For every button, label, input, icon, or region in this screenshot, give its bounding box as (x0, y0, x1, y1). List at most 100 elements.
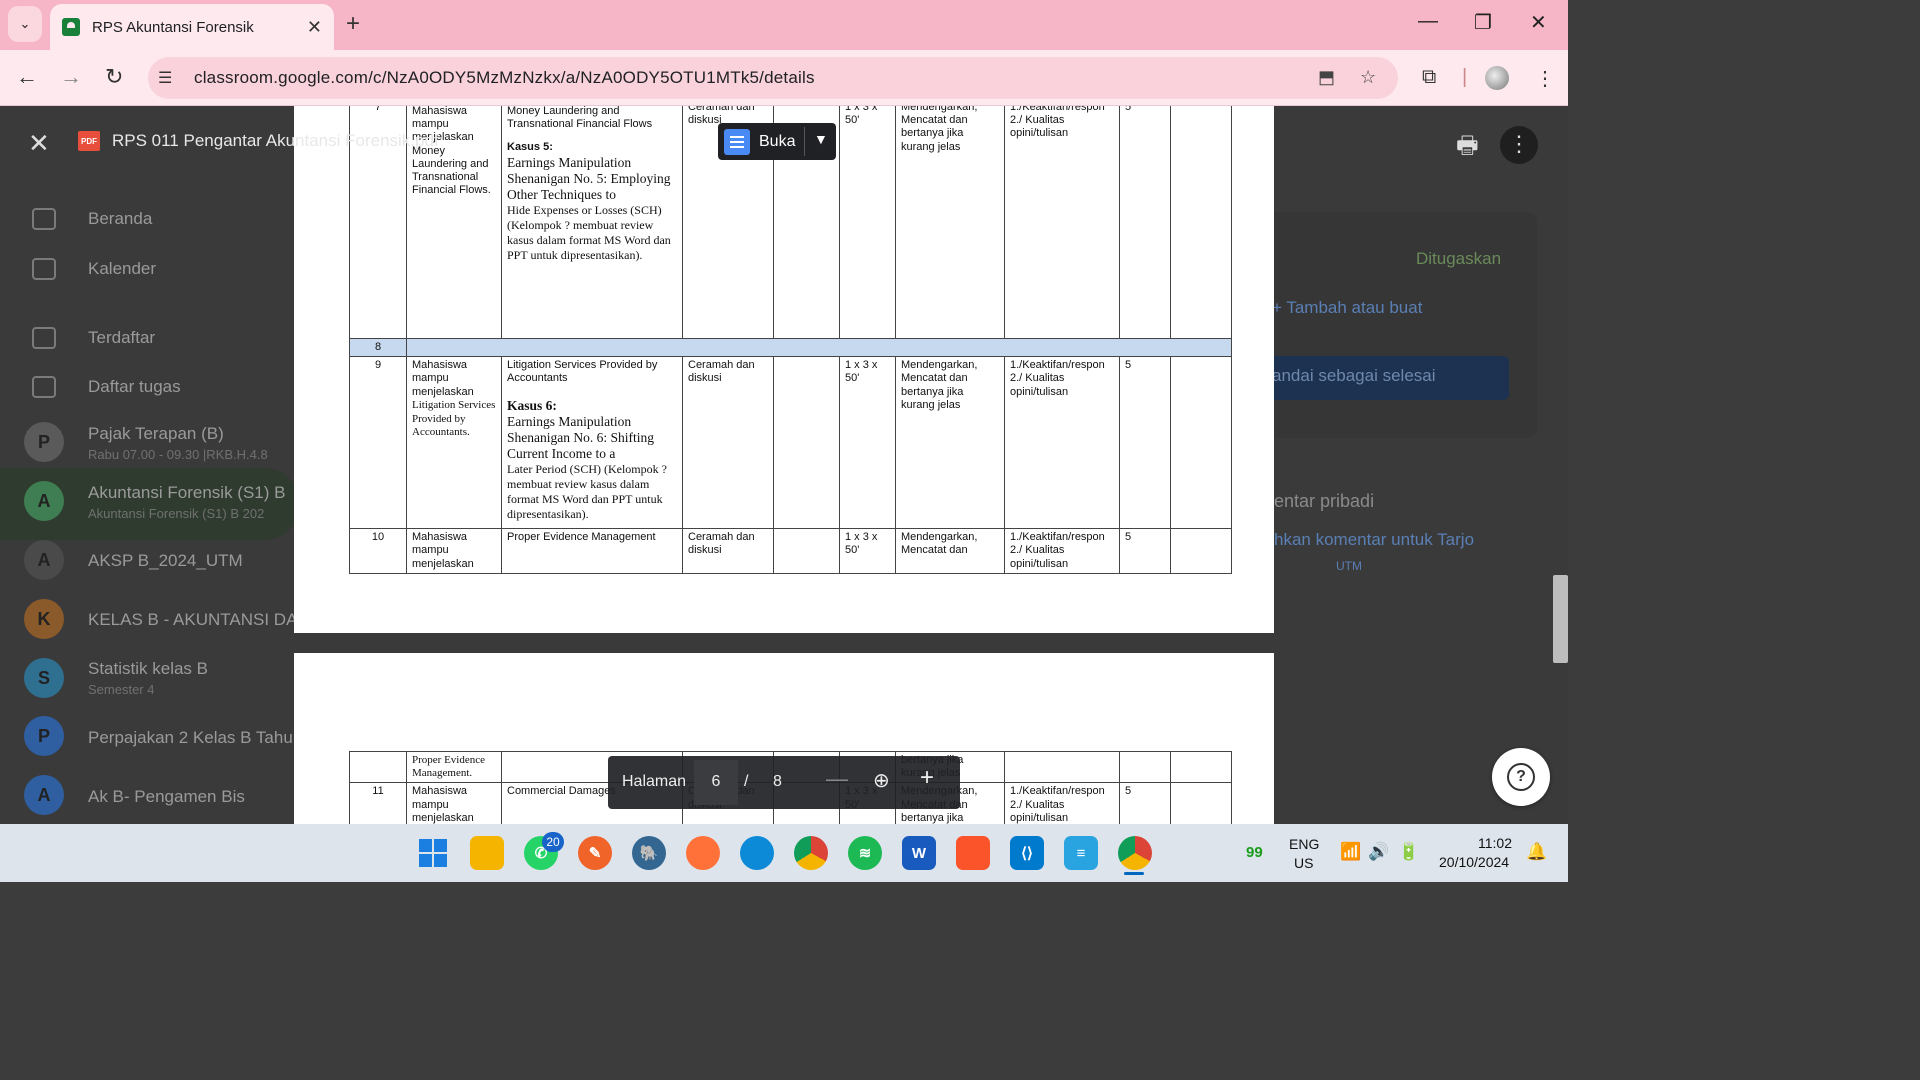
add-private-comment-link[interactable]: hkan komentar untuk Tarjo (1274, 530, 1474, 550)
cell-waktu: 1 x 3 x 50' (839, 106, 896, 339)
cell-empty (1170, 750, 1232, 784)
new-tab-button[interactable]: + (346, 10, 360, 38)
sidebar-item-kalender[interactable]: Kalender (0, 258, 156, 280)
windows-start-icon[interactable] (416, 836, 450, 870)
calendar-icon (32, 258, 56, 280)
table-row-uts: 8 (349, 337, 1232, 358)
cell-empty (1170, 356, 1232, 530)
forward-arrow-icon[interactable]: → (60, 64, 82, 90)
sidebar-course-statistik[interactable]: Statistik kelas B Semester 4 (88, 659, 208, 697)
cell-kemampuan: Mahasiswa mampu menjelaskan Litigation S… (406, 356, 502, 530)
taskbar: ✆ ✎ 🐘 ≋ W ⟨⟩ ≡ (0, 824, 1568, 882)
mark-done-button[interactable]: andai sebagai selesai (1262, 356, 1509, 400)
week-number: 8 (349, 337, 407, 358)
current-page-input[interactable]: 6 (694, 760, 738, 805)
extensions-icon[interactable]: ⧉ (1422, 66, 1436, 89)
address-bar[interactable]: ☰ classroom.google.com/c/NzA0ODY5MzMzNzk… (148, 57, 1398, 99)
divider (804, 127, 805, 156)
cell-kemampuan: Mahasiswa mampu menjelaskan (406, 782, 502, 824)
tab-active[interactable]: RPS Akuntansi Forensik ✕ (50, 4, 334, 50)
sidebar-course-kelas-b[interactable]: KELAS B - AKUNTANSI DA (88, 610, 297, 630)
chrome-active-icon[interactable] (1118, 836, 1152, 870)
minimize-button[interactable]: — (1418, 10, 1438, 33)
course-avatar: P (24, 422, 64, 462)
total-pages: 8 (773, 773, 782, 790)
notification-bell-icon[interactable]: 🔔 (1526, 842, 1547, 862)
reload-icon[interactable]: ↻ (105, 64, 123, 90)
week-number: 10 (349, 528, 407, 574)
clock-date[interactable]: 20/10/2024 (1439, 854, 1509, 870)
back-arrow-icon[interactable]: ← (16, 64, 38, 90)
open-with-button[interactable]: Buka ▼ (718, 123, 836, 160)
word-icon[interactable]: W (902, 836, 936, 870)
cell-penilaian: 1./Keaktifan/respon 2./ Kualitas opini/t… (1004, 106, 1120, 339)
tray-app-counter[interactable]: 99 (1246, 844, 1263, 861)
profile-avatar[interactable] (1485, 66, 1509, 90)
chrome-icon[interactable] (794, 836, 828, 870)
zoom-out-icon[interactable]: — (826, 766, 848, 792)
edge-icon[interactable] (740, 836, 774, 870)
install-app-icon[interactable]: ⬒ (1318, 67, 1335, 88)
brave-icon[interactable] (956, 836, 990, 870)
firefox-icon[interactable] (686, 836, 720, 870)
notepad-icon[interactable]: ≡ (1064, 836, 1098, 870)
active-app-indicator (1124, 872, 1144, 875)
cell-empty (1170, 528, 1232, 574)
sidebar-item-label: Beranda (88, 209, 153, 228)
week-number: 11 (349, 782, 407, 824)
course-avatar: A (24, 540, 64, 580)
todo-icon (32, 376, 56, 398)
sidebar-course-pengamen[interactable]: Ak B- Pengamen Bis (88, 787, 245, 807)
help-button[interactable]: ? (1492, 748, 1550, 806)
sidebar-course-perpajakan[interactable]: Perpajakan 2 Kelas B Tahu (88, 728, 293, 748)
sidebar-item-daftar-tugas[interactable]: Daftar tugas (0, 376, 181, 398)
sidebar-course-pajak-terapan[interactable]: Pajak Terapan (B) Rabu 07.00 - 09.30 |RKB… (88, 424, 268, 462)
chevron-down-icon[interactable]: ▼ (814, 131, 828, 147)
sidebar-item-beranda[interactable]: Beranda (0, 208, 152, 230)
google-docs-icon (724, 128, 750, 155)
chrome-menu-icon[interactable]: ⋮ (1535, 66, 1555, 91)
classroom-favicon-icon (62, 18, 80, 36)
zoom-in-icon[interactable]: + (920, 764, 934, 792)
battery-icon[interactable]: 🔋 (1398, 842, 1419, 862)
week-number: 9 (349, 356, 407, 530)
private-comment-title: entar pribadi (1274, 491, 1375, 511)
add-work-button[interactable]: + Tambah atau buat (1272, 298, 1422, 318)
window-close-button[interactable]: ✕ (1530, 10, 1547, 35)
tab-close-icon[interactable]: ✕ (307, 17, 322, 38)
bookmark-star-icon[interactable]: ☆ (1360, 67, 1376, 88)
help-icon: ? (1507, 763, 1535, 791)
more-options-icon[interactable]: ⋮ (1500, 126, 1538, 164)
cell-materi: Proper Evidence Management (501, 528, 683, 574)
sidebar-item-terdaftar[interactable]: Terdaftar (0, 327, 155, 349)
sidebar-item-label: Kalender (88, 259, 157, 278)
clock-time[interactable]: 11:02 (1478, 835, 1512, 851)
postman-icon[interactable]: ✎ (578, 836, 612, 870)
file-explorer-icon[interactable] (470, 836, 504, 870)
zoom-icon[interactable]: ⊕ (873, 768, 890, 793)
cell-kemampuan: Proper Evidence Management. (406, 750, 502, 784)
page-separator: / (744, 773, 749, 790)
postgresql-icon[interactable]: 🐘 (632, 836, 666, 870)
course-avatar: P (24, 716, 64, 756)
cell-bobot: 5 (1119, 782, 1171, 824)
cell-empty (773, 528, 840, 574)
viewer-close-icon[interactable]: ✕ (28, 128, 50, 159)
site-info-icon[interactable]: ☰ (158, 68, 186, 88)
enrolled-icon (32, 327, 56, 349)
restore-button[interactable]: ❐ (1474, 10, 1492, 35)
spotify-icon[interactable]: ≋ (848, 836, 882, 870)
wifi-icon[interactable]: 📶 (1340, 842, 1361, 862)
sidebar-course-aksp[interactable]: AKSP B_2024_UTM (88, 551, 243, 571)
vscode-icon[interactable]: ⟨⟩ (1010, 836, 1044, 870)
volume-icon[interactable]: 🔊 (1368, 842, 1389, 862)
scrollbar-thumb[interactable] (1553, 575, 1568, 663)
url-text[interactable]: classroom.google.com/c/NzA0ODY5MzMzNzkx/… (194, 68, 815, 88)
sidebar-course-akuntansi-forensik[interactable]: Akuntansi Forensik (S1) B Akuntansi Foren… (88, 483, 285, 521)
cell-aktivitas: Mendengarkan, Mencatat dan bertanya jika… (895, 106, 1005, 339)
cell-bobot: 5 (1119, 528, 1171, 574)
language-indicator[interactable]: ENG (1289, 836, 1319, 852)
print-icon[interactable]: 🖶 (1456, 128, 1479, 169)
region-indicator[interactable]: US (1294, 855, 1313, 871)
tab-search-button[interactable]: ⌄ (8, 6, 42, 42)
